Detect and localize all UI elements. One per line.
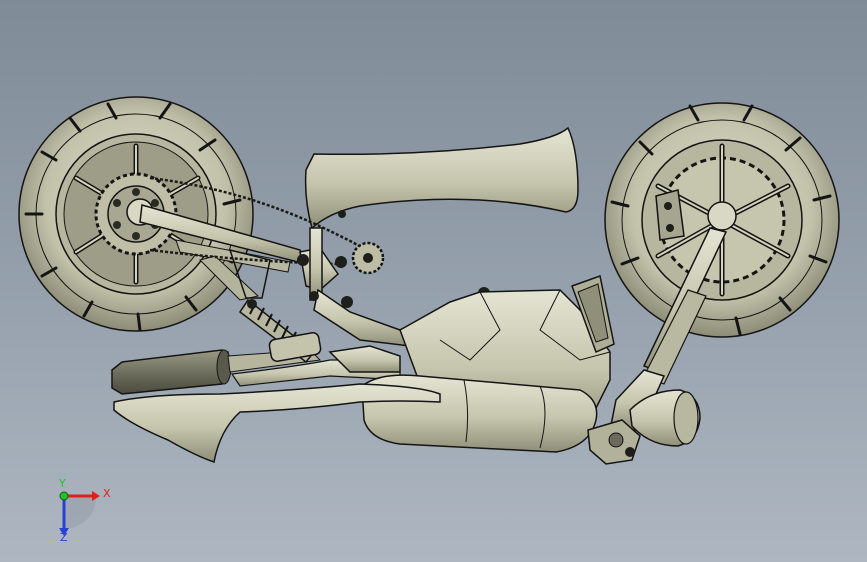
rear-shock[interactable] <box>238 298 322 364</box>
coordinate-triad: X Y Z <box>58 477 111 544</box>
front-hub <box>707 201 737 231</box>
y-axis-dot <box>59 491 69 501</box>
front-wheel[interactable] <box>604 102 840 338</box>
rear-wheel[interactable] <box>18 96 254 332</box>
graphics-viewport[interactable]: X Y Z <box>0 0 867 562</box>
triad-shading <box>64 496 96 528</box>
seat-tail[interactable] <box>304 126 579 230</box>
x-axis-label: X <box>103 487 111 500</box>
z-axis-label: Z <box>60 531 68 544</box>
y-axis-label: Y <box>58 477 66 490</box>
